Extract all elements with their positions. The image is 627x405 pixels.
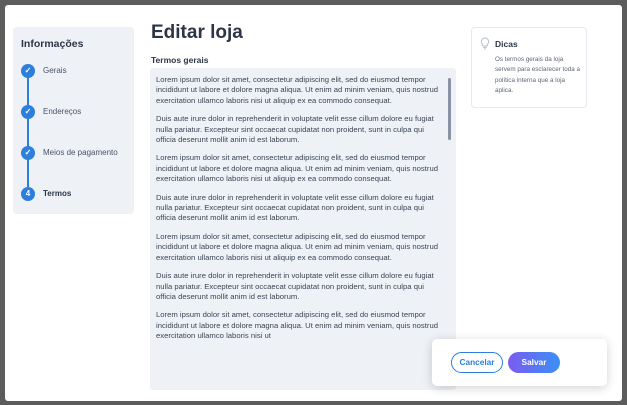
edit-store-window: Informações ✓ Gerais ✓ Endereços ✓ Meios… — [5, 5, 622, 401]
step-label: Endereços — [43, 107, 82, 116]
terms-paragraph: Duis aute irure dolor in reprehenderit i… — [156, 271, 434, 301]
step-label: Gerais — [43, 66, 67, 75]
action-panel: Cancelar Salvar — [432, 339, 607, 386]
step-termos[interactable]: 4 Termos — [21, 187, 133, 201]
page-title: Editar loja — [151, 22, 243, 43]
stepper-progress-line — [27, 69, 29, 193]
terms-content: Lorem ipsum dolor sit amet, consectetur … — [156, 75, 442, 350]
terms-paragraph: Lorem ipsum dolor sit amet, consectetur … — [156, 310, 439, 341]
step-meios-de-pagamento[interactable]: ✓ Meios de pagamento — [21, 146, 133, 160]
terms-paragraph: Duis aute irure dolor in reprehenderit i… — [156, 192, 434, 223]
tips-title: Dicas — [495, 39, 518, 49]
terms-paragraph: Lorem ipsum dolor sit amet, consectetur … — [156, 231, 439, 262]
lightbulb-icon — [480, 37, 490, 50]
cancel-button[interactable]: Cancelar — [451, 352, 503, 373]
check-icon: ✓ — [21, 64, 35, 78]
terms-field-label: Termos gerais — [151, 55, 209, 65]
terms-paragraph: Lorem ipsum dolor sit amet, consectetur … — [156, 75, 439, 105]
terms-paragraph: Duis aute irure dolor in reprehenderit i… — [156, 114, 434, 145]
save-button[interactable]: Salvar — [508, 352, 560, 373]
tips-text: Os termos gerais da loja servem para esc… — [495, 56, 581, 94]
tips-card: Dicas Os termos gerais da loja servem pa… — [471, 27, 587, 108]
stepper-panel: Informações ✓ Gerais ✓ Endereços ✓ Meios… — [13, 27, 134, 214]
check-icon: ✓ — [21, 146, 35, 160]
step-enderecos[interactable]: ✓ Endereços — [21, 105, 133, 119]
step-label: Meios de pagamento — [43, 148, 118, 157]
step-gerais[interactable]: ✓ Gerais — [21, 64, 133, 78]
terms-scrollbar[interactable] — [448, 78, 451, 140]
terms-textarea[interactable]: Lorem ipsum dolor sit amet, consectetur … — [150, 68, 456, 390]
check-icon: ✓ — [21, 105, 35, 119]
step-label: Termos — [43, 189, 72, 198]
terms-paragraph: Lorem ipsum dolor sit amet, consectetur … — [156, 153, 439, 184]
stepper-title: Informações — [21, 38, 84, 50]
step-number: 4 — [21, 187, 35, 201]
